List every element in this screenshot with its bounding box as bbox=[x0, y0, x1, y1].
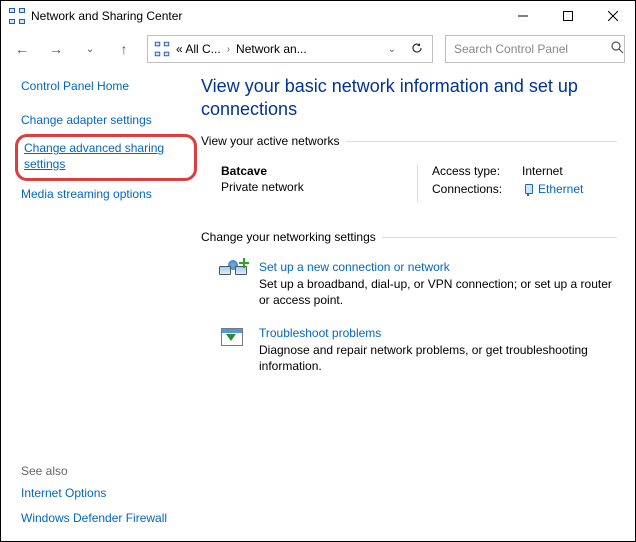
recent-locations-button[interactable]: ⌄ bbox=[79, 38, 101, 60]
connection-name: Ethernet bbox=[538, 182, 583, 198]
setup-connection-icon bbox=[219, 260, 247, 284]
forward-button[interactable]: → bbox=[45, 38, 67, 60]
internet-options-link[interactable]: Internet Options bbox=[21, 486, 191, 502]
setup-connection-item: Set up a new connection or network Set u… bbox=[201, 254, 617, 320]
search-input[interactable] bbox=[452, 41, 611, 57]
troubleshoot-link[interactable]: Troubleshoot problems bbox=[259, 326, 617, 340]
network-sharing-icon bbox=[9, 8, 25, 24]
active-networks-group: View your active networks bbox=[201, 134, 617, 148]
titlebar: Network and Sharing Center bbox=[1, 1, 635, 31]
change-adapter-settings-link[interactable]: Change adapter settings bbox=[21, 113, 191, 129]
close-button[interactable] bbox=[590, 1, 635, 31]
access-type-value: Internet bbox=[522, 164, 563, 178]
media-streaming-options-link[interactable]: Media streaming options bbox=[21, 187, 191, 203]
setup-connection-desc: Set up a broadband, dial-up, or VPN conn… bbox=[259, 276, 617, 308]
active-networks-label: View your active networks bbox=[201, 134, 346, 148]
breadcrumb-1[interactable]: « All C... bbox=[176, 42, 221, 56]
main-content: View your basic network information and … bbox=[201, 67, 635, 541]
connection-link[interactable]: Ethernet bbox=[522, 182, 583, 198]
page-heading: View your basic network information and … bbox=[201, 75, 617, 120]
active-network-row: Batcave Private network Access type: Int… bbox=[201, 158, 617, 222]
troubleshoot-item: Troubleshoot problems Diagnose and repai… bbox=[201, 320, 617, 386]
troubleshoot-desc: Diagnose and repair network problems, or… bbox=[259, 342, 617, 374]
change-settings-label: Change your networking settings bbox=[201, 230, 382, 244]
address-dropdown-button[interactable]: ⌄ bbox=[388, 44, 396, 55]
ethernet-icon bbox=[522, 184, 534, 196]
control-panel-home-link[interactable]: Control Panel Home bbox=[21, 79, 191, 95]
minimize-button[interactable] bbox=[500, 1, 545, 31]
network-type: Private network bbox=[221, 180, 417, 194]
window-title: Network and Sharing Center bbox=[31, 9, 500, 23]
access-type-label: Access type: bbox=[432, 164, 522, 178]
address-icon bbox=[155, 42, 169, 56]
up-button[interactable]: ↑ bbox=[113, 38, 135, 60]
change-settings-group: Change your networking settings bbox=[201, 230, 617, 244]
breadcrumb-2[interactable]: Network an... bbox=[236, 42, 307, 56]
search-box[interactable] bbox=[445, 35, 625, 63]
navigation-bar: ← → ⌄ ↑ « All C... › Network an... ⌄ bbox=[1, 31, 635, 67]
chevron-right-icon[interactable]: › bbox=[227, 44, 230, 55]
network-name: Batcave bbox=[221, 164, 417, 178]
back-button[interactable]: ← bbox=[11, 38, 33, 60]
setup-connection-link[interactable]: Set up a new connection or network bbox=[259, 260, 617, 274]
troubleshoot-icon bbox=[219, 326, 247, 350]
see-also-label: See also bbox=[21, 464, 191, 478]
change-advanced-sharing-link[interactable]: Change advanced sharing settings bbox=[24, 141, 188, 172]
connections-label: Connections: bbox=[432, 182, 522, 198]
sidebar: Control Panel Home Change adapter settin… bbox=[1, 67, 201, 541]
highlight-box: Change advanced sharing settings bbox=[15, 134, 197, 181]
search-icon[interactable] bbox=[611, 41, 624, 57]
windows-defender-firewall-link[interactable]: Windows Defender Firewall bbox=[21, 511, 191, 527]
window-frame: Network and Sharing Center ← → ⌄ ↑ « All… bbox=[0, 0, 636, 542]
maximize-button[interactable] bbox=[545, 1, 590, 31]
address-bar[interactable]: « All C... › Network an... ⌄ bbox=[147, 35, 433, 63]
refresh-button[interactable] bbox=[408, 41, 426, 58]
